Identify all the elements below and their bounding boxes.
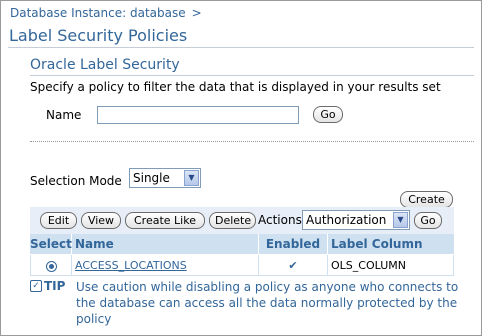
tip-label: TIP bbox=[44, 279, 66, 293]
policy-name-link[interactable]: ACCESS_LOCATIONS bbox=[75, 259, 187, 272]
breadcrumb-link-database-instance[interactable]: Database Instance: database bbox=[10, 6, 186, 20]
search-instructions: Specify a policy to filter the data that… bbox=[30, 80, 441, 94]
tip-text: Use caution while disabling a policy as … bbox=[76, 280, 459, 326]
column-header-select: Select bbox=[30, 234, 72, 254]
selection-mode-label: Selection Mode bbox=[30, 174, 122, 188]
title-divider bbox=[8, 47, 474, 48]
name-search-input[interactable] bbox=[97, 106, 299, 124]
delete-button[interactable]: Delete bbox=[209, 212, 256, 229]
actions-select[interactable]: Authorization ▼ bbox=[302, 210, 410, 230]
actions-select-value: Authorization bbox=[306, 213, 387, 227]
name-cell: ACCESS_LOCATIONS bbox=[72, 255, 259, 276]
selection-mode-select[interactable]: Single ▼ bbox=[129, 168, 201, 188]
breadcrumb-separator: > bbox=[191, 6, 202, 20]
selection-mode-value: Single bbox=[133, 171, 170, 185]
select-cell bbox=[30, 255, 72, 276]
edit-button[interactable]: Edit bbox=[40, 212, 77, 229]
view-button[interactable]: View bbox=[81, 212, 121, 229]
breadcrumb: Database Instance: database > bbox=[10, 6, 202, 20]
enabled-check-icon: ✔ bbox=[259, 255, 328, 276]
dotted-separator bbox=[30, 141, 474, 142]
create-like-button[interactable]: Create Like bbox=[125, 212, 205, 229]
page-title: Label Security Policies bbox=[9, 26, 188, 45]
label-column-cell: OLS_COLUMN bbox=[328, 255, 454, 276]
row-select-radio[interactable] bbox=[45, 260, 57, 272]
chevron-down-icon: ▼ bbox=[393, 212, 408, 228]
chevron-down-icon: ▼ bbox=[184, 170, 199, 186]
column-header-enabled: Enabled bbox=[259, 234, 328, 254]
section-divider bbox=[30, 75, 474, 76]
name-label: Name bbox=[46, 108, 82, 122]
section-title: Oracle Label Security bbox=[30, 57, 180, 73]
tip-check-icon: ✓ bbox=[30, 280, 42, 292]
create-button[interactable]: Create bbox=[400, 191, 453, 208]
search-go-button[interactable]: Go bbox=[313, 106, 343, 123]
actions-go-button[interactable]: Go bbox=[414, 212, 442, 229]
column-header-name: Name bbox=[72, 234, 259, 254]
actions-label: Actions bbox=[258, 213, 302, 227]
column-header-label-column: Label Column bbox=[328, 234, 454, 254]
